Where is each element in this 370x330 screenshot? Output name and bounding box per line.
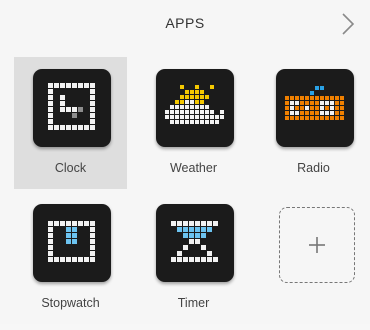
app-label-clock: Clock xyxy=(54,161,87,175)
app-tile-radio[interactable]: Radio xyxy=(257,57,370,189)
app-tile-weather[interactable]: Weather xyxy=(137,57,250,189)
timer-icon xyxy=(156,204,234,282)
header-bar: APPS xyxy=(0,0,370,47)
stopwatch-icon xyxy=(33,204,111,282)
apps-grid: Clock Weather Radio Stopwatch Timer xyxy=(0,46,370,324)
add-app-button[interactable] xyxy=(279,207,355,283)
app-label-stopwatch: Stopwatch xyxy=(41,296,100,310)
plus-icon xyxy=(309,237,325,253)
app-label-weather: Weather xyxy=(169,161,217,175)
app-label-radio: Radio xyxy=(297,161,330,175)
apps-screen: APPS Clock Weather Radio Stopwatch Timer xyxy=(0,0,370,324)
clock-icon xyxy=(33,69,111,147)
chevron-right-icon[interactable] xyxy=(340,12,356,36)
app-label-timer: Timer xyxy=(177,296,210,310)
app-tile-stopwatch[interactable]: Stopwatch xyxy=(14,192,127,324)
app-tile-timer[interactable]: Timer xyxy=(137,192,250,324)
app-tile-clock[interactable]: Clock xyxy=(14,57,127,189)
weather-icon xyxy=(156,69,234,147)
add-app-tile[interactable] xyxy=(261,198,370,330)
radio-icon xyxy=(276,69,354,147)
page-title: APPS xyxy=(165,15,205,31)
